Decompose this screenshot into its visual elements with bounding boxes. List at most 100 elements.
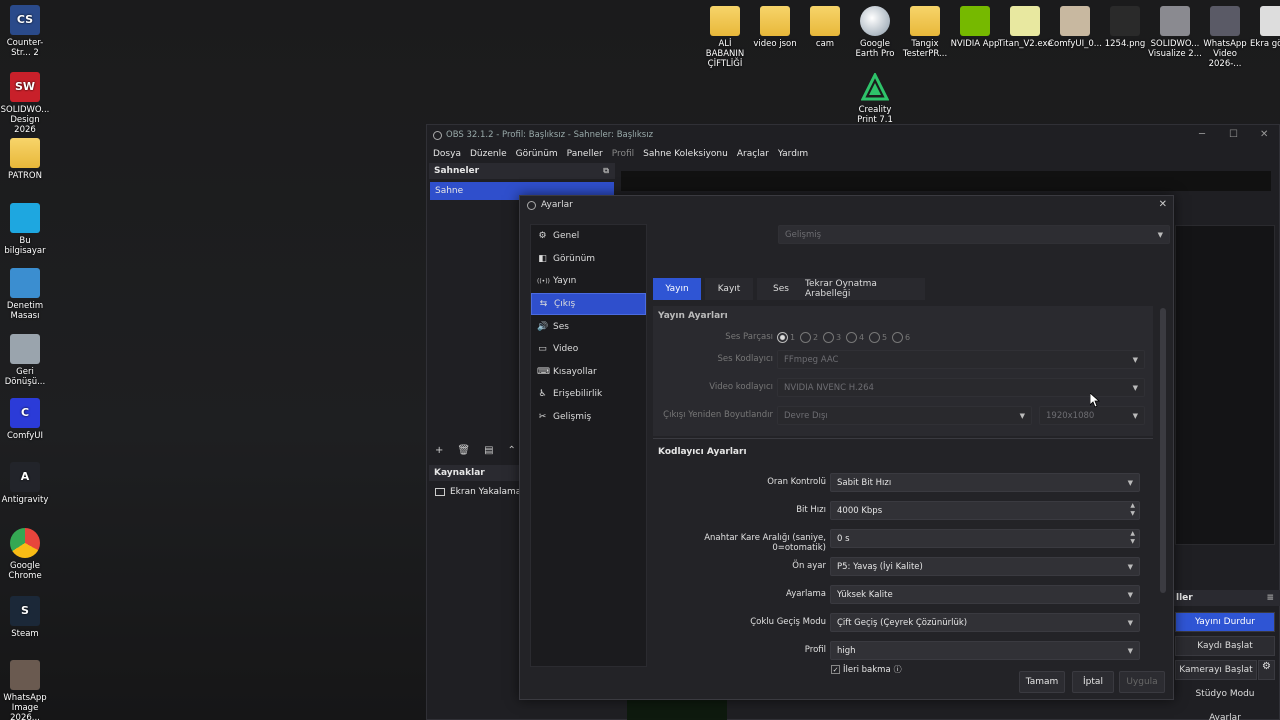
desktop-icon-top-2[interactable]: cam xyxy=(798,6,852,49)
audio-track-number: 2 xyxy=(813,333,819,342)
audio-track-number: 1 xyxy=(790,333,796,342)
keyframe-spinbox[interactable]: 0 s ▲ ▼ xyxy=(830,529,1140,548)
menu-item-3[interactable]: Paneller xyxy=(567,149,603,159)
spinner-arrows-icon[interactable]: ▲ ▼ xyxy=(1130,502,1135,518)
tab-1[interactable]: Kayıt xyxy=(705,278,753,300)
desktop-icon-top-11[interactable]: Ekra görünt xyxy=(1248,6,1280,49)
panel-menu-icon[interactable]: ≡ xyxy=(1266,593,1274,603)
menu-item-1[interactable]: Düzenle xyxy=(470,149,507,159)
desktop-icon-creality[interactable]: Creality Print 7.1 xyxy=(848,72,902,125)
help-icon[interactable]: ⓘ xyxy=(894,664,902,675)
ok-button[interactable]: Tamam xyxy=(1019,671,1065,693)
bitrate-spinbox[interactable]: 4000 Kbps ▲ ▼ xyxy=(830,501,1140,520)
desktop-icon-top-5[interactable]: NVIDIA App xyxy=(948,6,1002,49)
multipass-select[interactable]: Çift Geçiş (Çeyrek Çözünürlük) ▼ xyxy=(830,613,1140,632)
folder-icon xyxy=(910,6,940,36)
close-icon[interactable]: ✕ xyxy=(1260,129,1268,140)
sources-panel-header: Kaynaklar xyxy=(429,465,519,481)
obs-window-title: OBS 32.1.2 - Profil: Başlıksız - Sahnele… xyxy=(446,130,654,140)
settings-titlebar: Ayarlar ✕ xyxy=(520,196,1173,214)
desktop-icon-8[interactable]: Google Chrome xyxy=(0,528,50,581)
scrollbar-track[interactable] xyxy=(1160,306,1166,664)
menu-item-6[interactable]: Araçlar xyxy=(737,149,769,159)
desktop-icon-label: Titan_V2.exe xyxy=(998,39,1053,49)
lookahead-checkbox[interactable]: ✓ İleri bakma ⓘ xyxy=(831,664,902,675)
profile-select[interactable]: high ▼ xyxy=(830,641,1140,660)
sidebar-item-label: Erişebilirlik xyxy=(553,389,603,400)
desktop-icon-6[interactable]: C ComfyUI xyxy=(0,398,50,441)
preset-select[interactable]: P5: Yavaş (İyi Kalite) ▼ xyxy=(830,557,1140,576)
cancel-button[interactable]: İptal xyxy=(1072,671,1114,693)
desktop-icon-2[interactable]: PATRON xyxy=(0,138,50,181)
sidebar-item-kısayollar[interactable]: ⌨ Kısayollar xyxy=(531,361,646,384)
add-icon[interactable]: + xyxy=(435,445,443,456)
desktop-icon-top-7[interactable]: ComfyUI_0... xyxy=(1048,6,1102,49)
tab-3[interactable]: Tekrar Oynatma Arabelleği xyxy=(805,278,925,300)
output-mode-select[interactable]: Gelişmiş ▼ xyxy=(778,225,1170,244)
filter-icon[interactable]: ▤ xyxy=(484,445,493,456)
source-item[interactable]: Ekran Yakalama xyxy=(435,487,521,497)
desktop-icon-top-0[interactable]: ALİ BABANIN ÇİFTLİĞİ xyxy=(698,6,752,69)
sidebar-item-gelişmiş[interactable]: ✂ Gelişmiş xyxy=(531,406,646,429)
stop-stream-button[interactable]: Yayını Durdur xyxy=(1175,612,1275,632)
sidebar-item-görünüm[interactable]: ◧ Görünüm xyxy=(531,248,646,271)
sidebar-item-label: Genel xyxy=(553,231,580,242)
desktop-icon-label: ComfyUI_0... xyxy=(1048,39,1102,49)
gear-icon[interactable]: ⚙ xyxy=(1258,660,1275,680)
settings-button[interactable]: Ayarlar xyxy=(1175,708,1275,720)
scene-toolbar: + 🗑 ▤ ⌃ xyxy=(435,445,516,456)
chevron-down-icon: ▼ xyxy=(1127,563,1133,571)
desktop-icon-top-1[interactable]: video json xyxy=(748,6,802,49)
desktop-icon-label: WhatsApp Video 2026-... xyxy=(1203,39,1247,69)
close-icon[interactable]: ✕ xyxy=(1159,199,1167,210)
desktop-icon-3[interactable]: Bu bilgisayar xyxy=(0,203,50,256)
desktop-icon-0[interactable]: CS Counter-Str... 2 xyxy=(0,5,50,58)
desktop-icon-9[interactable]: S Steam xyxy=(0,596,50,639)
tab-2[interactable]: Ses xyxy=(757,278,805,300)
sidebar-item-video[interactable]: ▭ Video xyxy=(531,338,646,361)
menu-item-0[interactable]: Dosya xyxy=(433,149,461,159)
desktop-icon-top-3[interactable]: Google Earth Pro xyxy=(848,6,902,59)
scene-item-label: Sahne xyxy=(435,186,464,196)
sidebar-item-çıkış[interactable]: ⇆ Çıkış xyxy=(531,292,646,316)
audio-track-radio-6: 6 xyxy=(892,332,910,343)
desktop-icon-10[interactable]: WhatsApp Image 2026... xyxy=(0,660,50,720)
maximize-icon[interactable]: ☐ xyxy=(1229,129,1238,140)
minimize-icon[interactable]: ─ xyxy=(1199,129,1205,140)
desktop-icon-top-4[interactable]: Tangix TesterPR... xyxy=(898,6,952,59)
menu-item-4[interactable]: Profil xyxy=(612,149,634,159)
sidebar-item-yayın[interactable]: ((•)) Yayın xyxy=(531,270,646,293)
menu-item-5[interactable]: Sahne Koleksiyonu xyxy=(643,149,728,159)
preview-canvas[interactable] xyxy=(621,171,1271,191)
studio-mode-button[interactable]: Stüdyo Modu xyxy=(1175,684,1275,704)
desktop-icon-1[interactable]: SW SOLIDWO... Design 2026 xyxy=(0,72,50,135)
menu-item-7[interactable]: Yardım xyxy=(778,149,808,159)
rate-control-select[interactable]: Sabit Bit Hızı ▼ xyxy=(830,473,1140,492)
tab-0[interactable]: Yayın xyxy=(653,278,701,300)
trash-icon[interactable]: 🗑 xyxy=(457,445,470,456)
desktop-icon-top-9[interactable]: SOLIDWO... Visualize 2... xyxy=(1148,6,1202,59)
menu-item-2[interactable]: Görünüm xyxy=(516,149,558,159)
sidebar-item-ses[interactable]: 🔊 Ses xyxy=(531,315,646,338)
desktop-icon-5[interactable]: Geri Dönüşü... xyxy=(0,334,50,387)
desktop-icon-label: 1254.png xyxy=(1104,39,1146,49)
tuning-select[interactable]: Yüksek Kalite ▼ xyxy=(830,585,1140,604)
computer-icon xyxy=(10,203,40,233)
desktop-icon-4[interactable]: Denetim Masası xyxy=(0,268,50,321)
undock-icon[interactable]: ⧉ xyxy=(603,166,609,176)
audio-track-label: Ses Parçası xyxy=(725,332,773,342)
settings-content: Çıkış modu Gelişmiş ▼ YayınKayıtSesTekra… xyxy=(653,222,1171,675)
desktop-icon-top-6[interactable]: Titan_V2.exe xyxy=(998,6,1052,49)
desktop-icon-top-8[interactable]: 1254.png xyxy=(1098,6,1152,49)
start-recording-button[interactable]: Kaydı Başlat xyxy=(1175,636,1275,656)
scrollbar-thumb[interactable] xyxy=(1160,308,1166,593)
sidebar-item-erişebilirlik[interactable]: ♿ Erişebilirlik xyxy=(531,383,646,406)
apply-button[interactable]: Uygula xyxy=(1119,671,1165,693)
sidebar-item-genel[interactable]: ⚙ Genel xyxy=(531,225,646,248)
move-up-icon[interactable]: ⌃ xyxy=(508,445,516,456)
desktop-icon-7[interactable]: A Antigravity xyxy=(0,462,50,505)
desktop-icon-top-10[interactable]: WhatsApp Video 2026-... xyxy=(1198,6,1252,69)
start-camera-button[interactable]: Kamerayı Başlat xyxy=(1175,660,1257,680)
chevron-down-icon: ▼ xyxy=(1019,412,1025,420)
spinner-arrows-icon[interactable]: ▲ ▼ xyxy=(1130,530,1135,546)
